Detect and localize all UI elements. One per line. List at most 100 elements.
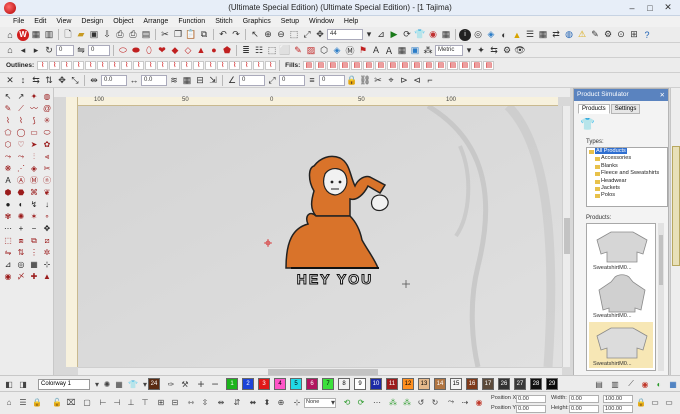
type-item[interactable]: Headwear xyxy=(587,178,667,185)
reshape-icon[interactable]: ↗ xyxy=(15,91,27,102)
font-icon[interactable]: Ａ xyxy=(383,44,395,56)
dropdown-icon[interactable]: ▾ xyxy=(364,29,374,41)
outline-color-icon[interactable]: ⌇ xyxy=(253,60,265,70)
fill-motif-icon[interactable]: ▤ xyxy=(363,60,375,70)
stitch-move-icon[interactable]: ✥ xyxy=(41,223,53,234)
mirror-icon[interactable]: ⇋ xyxy=(75,44,87,56)
stem-icon[interactable]: ⫷ xyxy=(41,151,53,162)
apply-size-icon[interactable]: ▭ xyxy=(650,397,660,407)
none-dropdown-icon[interactable]: ▾ xyxy=(328,397,338,407)
measure-tool-icon[interactable]: ⊿ xyxy=(2,259,14,270)
redo-icon[interactable]: ↷ xyxy=(230,29,242,41)
distribute-h-icon[interactable]: ⇿ xyxy=(186,397,196,407)
menu-setup[interactable]: Setup xyxy=(276,18,304,25)
start-icon[interactable]: ⊳ xyxy=(398,74,410,86)
jump-icon[interactable]: ↯ xyxy=(28,199,40,210)
corner-icon[interactable]: ⌐ xyxy=(424,74,436,86)
save-icon[interactable]: ▣ xyxy=(88,29,100,41)
zoom-box-icon[interactable]: ⬚ xyxy=(288,29,300,41)
lock-proportions-icon[interactable]: 🔒 xyxy=(636,397,646,407)
zoom-extra-icon[interactable]: ⊙ xyxy=(615,29,627,41)
artwork-icon[interactable]: ▲ xyxy=(511,29,523,41)
weld-icon[interactable]: ⧉ xyxy=(28,235,40,246)
type-item[interactable]: Fleece and Sweatshirts xyxy=(587,170,667,177)
minimize-button[interactable]: – xyxy=(624,1,640,14)
color-wheel-icon[interactable]: ✺ xyxy=(102,379,112,389)
design-canvas[interactable]: HEY YOU xyxy=(78,106,562,367)
stitch-f-icon[interactable]: ↺ xyxy=(416,397,426,407)
colorway-select[interactable]: Colorway 1 xyxy=(38,379,90,390)
origin-icon[interactable]: ⊹ xyxy=(292,397,302,407)
color-swatch[interactable]: 28 xyxy=(530,378,542,390)
text-tool-icon[interactable]: A xyxy=(2,175,14,186)
stitch-edit-icon[interactable]: ⋯ xyxy=(2,223,14,234)
mirror-h-icon[interactable]: ⇋ xyxy=(2,247,14,258)
ornament-icon[interactable]: ❦ xyxy=(41,187,53,198)
center-icon[interactable]: ⊕ xyxy=(276,397,286,407)
stitch-type-7-icon[interactable]: ▲ xyxy=(195,44,207,56)
menu-help[interactable]: Help xyxy=(339,18,363,25)
product-item[interactable]: SweatshirtM0... xyxy=(589,226,653,272)
pick-color-icon[interactable]: ✚ xyxy=(28,271,40,282)
web-icon[interactable]: ◍ xyxy=(563,29,575,41)
lettering-icon[interactable]: A xyxy=(370,44,382,56)
fill-step-icon[interactable]: ▤ xyxy=(327,60,339,70)
type-item[interactable]: Polos xyxy=(587,192,667,199)
home-small-icon[interactable]: ⌂ xyxy=(4,44,16,56)
offset-tool-icon[interactable]: ⧈ xyxy=(15,235,27,246)
border-icon[interactable]: ⌘ xyxy=(28,187,40,198)
mirror-v-icon[interactable]: ⇅ xyxy=(15,247,27,258)
color-swatch[interactable]: 1 xyxy=(226,378,238,390)
outline-ripple-icon[interactable]: ⌇ xyxy=(193,60,205,70)
grid-icon[interactable]: ▦ xyxy=(30,29,42,41)
arrow-left-icon[interactable]: ◂ xyxy=(17,44,29,56)
thread-chart-icon[interactable]: ▤ xyxy=(594,379,604,389)
freehand-icon[interactable]: 〰 xyxy=(28,103,40,114)
hoop-tool-icon[interactable]: ◎ xyxy=(15,259,27,270)
underlay-field[interactable]: 0 xyxy=(319,74,345,86)
fill-pattern-icon[interactable]: ▤ xyxy=(435,60,447,70)
stitch-e-icon[interactable]: ⁂ xyxy=(402,397,412,407)
fill-stipple-icon[interactable]: ▤ xyxy=(459,60,471,70)
warning-icon[interactable]: ⚠ xyxy=(576,29,588,41)
pan-icon[interactable]: ✥ xyxy=(314,29,326,41)
slash-icon[interactable]: ⟋ xyxy=(626,379,636,389)
settings-icon[interactable]: ⚙ xyxy=(602,29,614,41)
table-icon[interactable]: ▦ xyxy=(537,29,549,41)
color-swatch[interactable]: 4 xyxy=(274,378,286,390)
distribute-icon[interactable]: ☷ xyxy=(253,44,265,56)
tie-icon[interactable]: ⌖ xyxy=(385,74,397,86)
pull-comp-icon[interactable]: ⇲ xyxy=(207,74,219,86)
tool-e-icon[interactable]: ✥ xyxy=(56,74,68,86)
outline-blanket-icon[interactable]: ⌇ xyxy=(109,60,121,70)
align-left-icon[interactable]: ⊢ xyxy=(98,397,108,407)
design-text[interactable]: HEY YOU xyxy=(296,271,374,288)
canvas-vertical-scrollbar[interactable] xyxy=(562,106,570,367)
stitch-type-3-icon[interactable]: ⬯ xyxy=(143,44,155,56)
offset-icon[interactable]: ⤢ xyxy=(266,74,278,86)
remove-color-icon[interactable]: − xyxy=(210,377,220,391)
position-y-field[interactable]: 0.00 xyxy=(516,405,546,413)
monogram-tool-icon[interactable]: Ⓜ xyxy=(28,175,40,186)
color-swatch[interactable]: 5 xyxy=(290,378,302,390)
pattern-icon[interactable]: ▦ xyxy=(181,74,193,86)
home-icon[interactable]: ⌂ xyxy=(4,29,16,41)
tool-c-icon[interactable]: ⇆ xyxy=(30,74,42,86)
outline-motif-icon[interactable]: ⌇ xyxy=(121,60,133,70)
color-swatch[interactable]: 9 xyxy=(354,378,366,390)
colorway-dropdown-icon[interactable]: ▾ xyxy=(92,379,102,389)
color-swatch[interactable]: 17 xyxy=(482,378,494,390)
fill-icon[interactable]: ▨ xyxy=(305,44,317,56)
color-swatch[interactable]: 8 xyxy=(338,378,350,390)
spiral-icon[interactable]: @ xyxy=(41,103,53,114)
lace-icon[interactable]: ✾ xyxy=(2,211,14,222)
slow-redraw-icon[interactable]: ⟳ xyxy=(401,29,413,41)
menu-view[interactable]: View xyxy=(51,18,76,25)
realistic-view-icon[interactable]: ◈ xyxy=(485,29,497,41)
hoop-icon[interactable]: ◎ xyxy=(472,29,484,41)
layout-icon[interactable]: ▥ xyxy=(43,29,55,41)
metric-dropdown-icon[interactable]: ▾ xyxy=(464,44,474,56)
wizard-icon[interactable]: ✦ xyxy=(475,44,487,56)
quilt-icon[interactable]: ▦ xyxy=(396,44,408,56)
emblem-icon[interactable]: ⬢ xyxy=(2,187,14,198)
